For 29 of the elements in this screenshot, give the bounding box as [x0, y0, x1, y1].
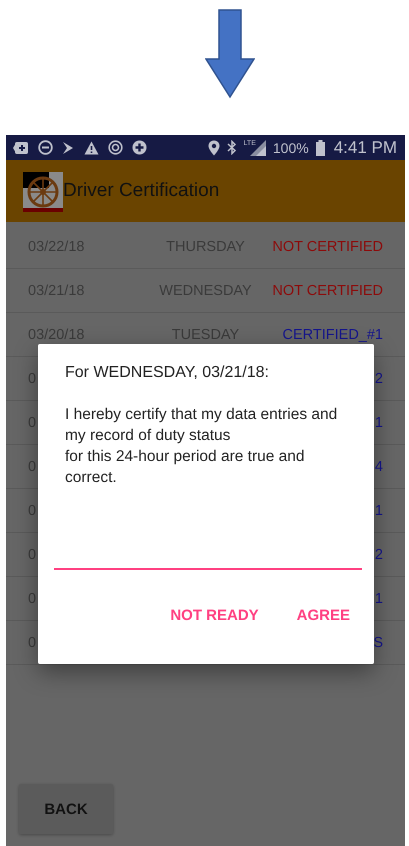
back-button[interactable]: BACK — [19, 784, 113, 834]
dialog-heading: For WEDNESDAY, 03/21/18: — [65, 364, 270, 382]
location-icon — [208, 140, 220, 156]
chevron-icon — [62, 140, 75, 154]
status-text: 1 — [374, 590, 383, 606]
agree-button[interactable]: AGREE — [288, 600, 358, 630]
status-text: 2 — [374, 546, 383, 562]
clock-time: 4:41 PM — [334, 138, 397, 158]
status-text: CERTIFIED_#1 — [282, 326, 383, 342]
warning-icon — [84, 140, 99, 154]
app-title: Driver Certification — [63, 180, 220, 202]
status-text: NOT CERTIFIED — [272, 282, 383, 298]
status-text: 4 — [374, 458, 383, 474]
bluetooth-icon — [226, 140, 237, 155]
wagon-wheel-icon — [23, 172, 63, 212]
status-text: 1 — [374, 502, 383, 518]
plus-tag-icon — [13, 140, 29, 154]
plus-circle-icon — [132, 140, 147, 155]
minus-circle-icon — [38, 140, 53, 155]
down-arrow-icon — [204, 9, 254, 99]
sync-circle-icon — [108, 140, 123, 155]
certification-message: I hereby certify that my data entries and my record of duty status for this 24-hour period are true and correct. — [65, 405, 338, 488]
status-text: 1 — [374, 414, 383, 430]
battery-percent: 100% — [272, 140, 309, 156]
not-ready-button[interactable]: NOT READY — [162, 600, 267, 630]
status-text: S — [373, 634, 383, 650]
status-text: 2 — [374, 370, 383, 386]
battery-icon — [316, 140, 325, 156]
status-text: NOT CERTIFIED — [272, 238, 383, 254]
